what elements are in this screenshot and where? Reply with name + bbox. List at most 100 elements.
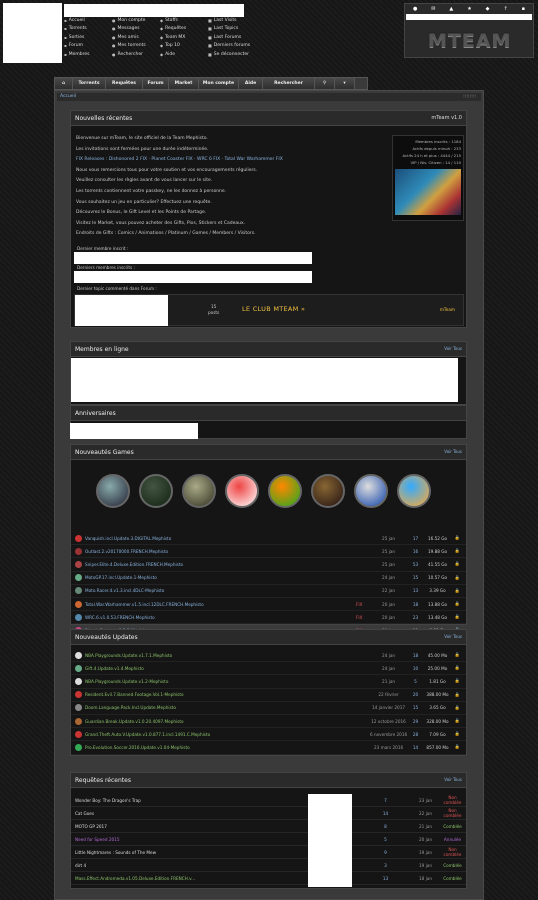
- mail-icon[interactable]: ✉: [431, 6, 435, 12]
- row-count: 29: [412, 718, 419, 724]
- games-view-all[interactable]: Voir Tous: [444, 449, 462, 454]
- row-title[interactable]: Pro.Evolution.Soccer.2016.Update.v1.04-M…: [85, 745, 349, 750]
- updates-view-all[interactable]: Voir Tous: [444, 634, 462, 639]
- table-row[interactable]: Grand.Theft.Auto.V.Update.v1.0.877.1.inc…: [71, 728, 466, 742]
- row-title[interactable]: Gift.4.Update.v1.4.Mephisto: [85, 666, 349, 671]
- gift-icon[interactable]: ◆: [486, 6, 490, 12]
- game-cover[interactable]: [139, 474, 173, 508]
- table-row[interactable]: MotoGP.17.incl.Update.1-Mephisto 24 jan 15…: [71, 572, 466, 585]
- request-row[interactable]: Mass.Effect.Andromeda.v1.05.Deluxe.Editi…: [71, 872, 466, 885]
- club-link[interactable]: LE CLUB MTEAM »: [242, 305, 305, 313]
- game-icon: [75, 534, 82, 542]
- table-row[interactable]: Total.War.Warhammer.v1.5.incl.12DLC.FREN…: [71, 598, 466, 612]
- nav-link[interactable]: ● Rechercher: [112, 52, 143, 57]
- row-title[interactable]: NBA.Playgrounds.Update.v1.2-Mephisto: [85, 679, 349, 684]
- table-row[interactable]: Vanquish.incl.Update.3.DIGITAL.Mephisto 2…: [71, 532, 466, 546]
- nav-link[interactable]: ◆ Requêtes: [160, 26, 186, 31]
- row-title[interactable]: Total.War.Warhammer.v1.5.incl.12DLC.FREN…: [85, 602, 349, 607]
- menu-search[interactable]: Rechercher: [263, 78, 315, 89]
- request-title[interactable]: MOTO GP 2017: [75, 824, 305, 829]
- table-row[interactable]: Outlast.2.v20170000.FRENCH.Mephisto 25 ja…: [71, 545, 466, 559]
- search-icon[interactable]: ⚲: [315, 78, 335, 89]
- nav-link[interactable]: ■ Last Visits: [208, 18, 237, 23]
- up-arrow-icon[interactable]: ↑: [503, 6, 507, 12]
- nav-link[interactable]: ▪ Accueil: [64, 18, 85, 23]
- row-title[interactable]: Grand.Theft.Auto.V.Update.v1.0.877.1.inc…: [85, 732, 349, 737]
- request-title[interactable]: dirt 4: [75, 863, 305, 868]
- row-count: 18: [412, 652, 419, 658]
- request-row[interactable]: Cat Goes 14 22 jan Non comblée: [71, 807, 466, 820]
- row-title[interactable]: Sniper.Elite.4.Deluxe.Edition.FRENCH.Mep…: [85, 562, 349, 567]
- user-icon[interactable]: ●: [413, 6, 417, 12]
- table-row[interactable]: Moto.Racer.4.v1.3.incl.4DLC-Mephisto 22 j…: [71, 585, 466, 598]
- header-search-field[interactable]: [406, 14, 532, 20]
- request-title[interactable]: Cat Goes: [75, 811, 305, 816]
- table-row[interactable]: NBA.Playgrounds.Update.v1.2-Mephisto 21 j…: [71, 675, 466, 689]
- breadcrumb-home[interactable]: Accueil: [60, 94, 76, 99]
- nav-link[interactable]: ● Mes amis: [112, 35, 139, 40]
- table-row[interactable]: Guardian.Break.Update.v1.0.20.4097.Mephi…: [71, 715, 466, 729]
- table-row[interactable]: NBA.Playgrounds.Update.v1.7.1.Mephisto 24…: [71, 649, 466, 663]
- requests-view-all[interactable]: Voir Tous: [444, 777, 462, 782]
- table-row[interactable]: Doom.Language.Pack.Incl.Update.Mephisto 1…: [71, 702, 466, 715]
- nav-link[interactable]: ■ Derniers forums: [208, 43, 250, 48]
- online-view-all[interactable]: Voir Tous: [444, 346, 462, 351]
- nav-link[interactable]: ▪ Forum: [64, 43, 83, 48]
- menu-torrents[interactable]: Torrents: [73, 78, 106, 89]
- nav-link[interactable]: ◆ Aide: [160, 52, 175, 57]
- row-title[interactable]: NBA.Playgrounds.Update.v1.7.1.Mephisto: [85, 653, 349, 658]
- nav-link[interactable]: ● Mes torrents: [112, 43, 146, 48]
- table-row[interactable]: Resident.Evil.7.Banned.Footage.Vol.1-Mep…: [71, 689, 466, 702]
- nav-link[interactable]: ◆ Staffs: [160, 18, 178, 23]
- request-row[interactable]: Need for Speed 2015 5 20 jan Annulée: [71, 833, 466, 846]
- game-cover[interactable]: [397, 474, 431, 508]
- row-title[interactable]: Moto.Racer.4.v1.3.incl.4DLC-Mephisto: [85, 588, 349, 593]
- request-row[interactable]: dirt 4 3 19 jan Comblée: [71, 859, 466, 872]
- row-title[interactable]: Guardian.Break.Update.v1.0.20.4097.Mephi…: [85, 719, 349, 724]
- game-cover[interactable]: [354, 474, 388, 508]
- table-row[interactable]: Pro.Evolution.Soccer.2016.Update.v1.04-M…: [71, 741, 466, 755]
- game-cover[interactable]: [225, 474, 259, 508]
- game-cover[interactable]: [311, 474, 345, 508]
- row-title[interactable]: Outlast.2.v20170000.FRENCH.Mephisto: [85, 549, 349, 554]
- chevron-down-icon[interactable]: ▾: [335, 78, 355, 89]
- menu-forum[interactable]: Forum: [143, 78, 169, 89]
- game-cover[interactable]: [268, 474, 302, 508]
- nav-link[interactable]: ● Mon compte: [112, 18, 145, 23]
- menu-requests[interactable]: Requêtes: [106, 78, 143, 89]
- nav-link[interactable]: ▪ Membres: [64, 52, 89, 57]
- menu-market[interactable]: Market: [169, 78, 199, 89]
- menu-account[interactable]: Mon compte: [199, 78, 239, 89]
- row-title[interactable]: WRC.6.v1.0.53.FRENCH.Mephisto: [85, 615, 349, 620]
- menu-help[interactable]: Aide: [239, 78, 263, 89]
- request-title[interactable]: Wonder Boy: The Dragon's Trap: [75, 798, 305, 803]
- row-title[interactable]: Doom.Language.Pack.Incl.Update.Mephisto: [85, 705, 349, 710]
- nav-link[interactable]: ■ Last Forums: [208, 35, 241, 40]
- home-icon[interactable]: ⌂: [55, 78, 73, 89]
- club-right[interactable]: mTeam: [440, 307, 455, 312]
- nav-link[interactable]: ■ Last Topics: [208, 26, 238, 31]
- request-row[interactable]: Wonder Boy: The Dragon's Trap 7 23 jan Non …: [71, 794, 466, 807]
- star-icon[interactable]: ★: [467, 6, 471, 12]
- game-cover[interactable]: [182, 474, 216, 508]
- nav-link[interactable]: ◆ Top 10: [160, 43, 180, 48]
- table-row[interactable]: Sniper.Elite.4.Deluxe.Edition.FRENCH.Mep…: [71, 558, 466, 572]
- row-title[interactable]: MotoGP.17.incl.Update.1-Mephisto: [85, 575, 349, 580]
- nav-link[interactable]: ▪ Sorties: [64, 35, 84, 40]
- row-title[interactable]: Vanquish.incl.Update.3.DIGITAL.Mephisto: [85, 536, 349, 541]
- request-row[interactable]: MOTO GP 2017 8 21 jan Comblée: [71, 820, 466, 833]
- row-title[interactable]: Resident.Evil.7.Banned.Footage.Vol.1-Mep…: [85, 692, 349, 697]
- nav-link[interactable]: ■ Se déconnecter: [208, 52, 249, 57]
- table-row[interactable]: Gift.4.Update.v1.4.Mephisto 24 jan 10 25.00…: [71, 662, 466, 676]
- table-row[interactable]: WRC.6.v1.0.53.FRENCH.Mephisto FIX 20 jan 23…: [71, 611, 466, 625]
- request-title[interactable]: Mass.Effect.Andromeda.v1.05.Deluxe.Editi…: [75, 876, 305, 881]
- nav-link[interactable]: ◆ Team MX: [160, 35, 185, 40]
- request-row[interactable]: Little Nightmares : Sounds of The Mew 9 19…: [71, 846, 466, 859]
- cart-icon[interactable]: ▪: [522, 6, 525, 12]
- request-title[interactable]: Need for Speed 2015: [75, 837, 305, 842]
- game-cover[interactable]: [96, 474, 130, 508]
- bell-icon[interactable]: ▲: [449, 6, 453, 12]
- request-title[interactable]: Little Nightmares : Sounds of The Mew: [75, 850, 305, 855]
- nav-link[interactable]: ▪ Torrents: [64, 26, 87, 31]
- nav-link[interactable]: ● Messages: [112, 26, 140, 31]
